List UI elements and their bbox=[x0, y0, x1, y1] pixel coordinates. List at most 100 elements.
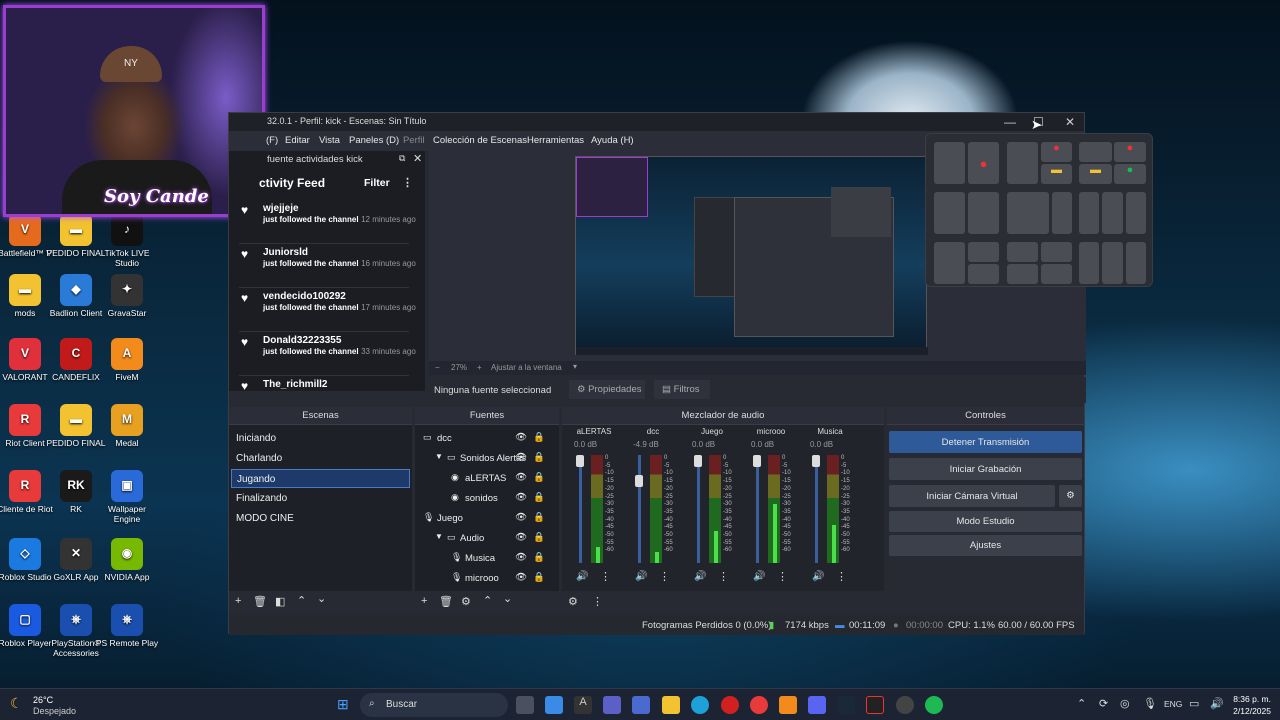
source-item[interactable]: ◉ sonidos 👁 🔒 bbox=[415, 489, 555, 508]
opera-icon[interactable] bbox=[721, 696, 739, 714]
snap-layouts-flyout[interactable]: ● ● ▬ ● ▬ ● bbox=[925, 133, 1153, 287]
preview-canvas[interactable] bbox=[575, 156, 928, 355]
eye-icon[interactable]: 👁 bbox=[515, 432, 527, 443]
chrome-icon[interactable]: ● bbox=[968, 142, 999, 184]
move-down-icon[interactable]: ⌄ bbox=[317, 592, 326, 605]
start-recording-button[interactable]: Iniciar Grabación bbox=[889, 458, 1082, 480]
lock-icon[interactable]: 🔒 bbox=[533, 552, 545, 563]
lock-icon[interactable]: 🔒 bbox=[533, 492, 545, 503]
snap-zone[interactable] bbox=[934, 192, 965, 234]
stop-stream-button[interactable]: Detener Transmisión bbox=[889, 431, 1082, 453]
start-icon[interactable]: ⊞ bbox=[337, 696, 353, 712]
eye-icon[interactable]: 👁 bbox=[515, 552, 527, 563]
source-item[interactable]: ◉ aLERTAS 👁 🔒 bbox=[415, 469, 555, 488]
zoom-out[interactable]: − bbox=[435, 363, 440, 372]
snap-zone[interactable] bbox=[1007, 264, 1038, 284]
volume-slider[interactable] bbox=[756, 455, 759, 563]
explorer-icon[interactable] bbox=[662, 696, 680, 714]
language[interactable]: ENG bbox=[1164, 699, 1182, 709]
snap-zone[interactable] bbox=[968, 242, 999, 262]
menu-edit[interactable]: Editar bbox=[285, 135, 310, 146]
source-item[interactable]: 🎙 Juego 👁 🔒 bbox=[415, 509, 555, 528]
tray-network-icon[interactable]: ◎ bbox=[1120, 697, 1130, 710]
source-up-icon[interactable]: ⌃ bbox=[483, 594, 492, 607]
chrome-taskbar-icon[interactable] bbox=[750, 696, 768, 714]
lock-icon[interactable]: 🔒 bbox=[533, 472, 545, 483]
copilot-icon[interactable] bbox=[545, 696, 563, 714]
snap-zone[interactable] bbox=[1079, 242, 1099, 284]
filters-button[interactable]: ▤ Filtros bbox=[654, 380, 710, 399]
weather-temp[interactable]: 26°C bbox=[33, 695, 53, 705]
app-icon[interactable]: A bbox=[574, 696, 592, 714]
desktop-icon[interactable]: ◉ NVIDIA App bbox=[95, 538, 159, 583]
add-source-icon[interactable]: + bbox=[421, 595, 427, 607]
folder-icon[interactable]: ▬ bbox=[1079, 164, 1112, 184]
snap-zone[interactable] bbox=[934, 142, 965, 184]
eye-icon[interactable]: 👁 bbox=[515, 452, 527, 463]
expand-icon[interactable]: ▼ bbox=[435, 452, 443, 461]
slider-handle[interactable] bbox=[635, 475, 643, 487]
more-icon[interactable]: ⋮ bbox=[402, 176, 413, 189]
snap-zone[interactable] bbox=[1126, 192, 1146, 234]
title-bar[interactable]: 32.0.1 - Perfil: kick - Escenas: Sin Tít… bbox=[229, 113, 1084, 131]
menu-help[interactable]: Ayuda (H) bbox=[591, 135, 634, 146]
move-up-icon[interactable]: ⌃ bbox=[297, 594, 306, 607]
folder-icon[interactable]: ▬ bbox=[1041, 164, 1072, 184]
mute-icon[interactable]: 🔊 bbox=[635, 571, 647, 582]
close-button[interactable]: ✕ bbox=[1065, 115, 1075, 129]
source-item[interactable]: ▼ ▭ Sonidos Alertas 👁 🔒 bbox=[415, 449, 555, 468]
store-icon[interactable] bbox=[632, 696, 650, 714]
eye-icon[interactable]: 👁 bbox=[515, 572, 527, 583]
menu-docks[interactable]: Paneles (D) bbox=[349, 135, 399, 146]
menu-scene-collection[interactable]: Colección de Escenas bbox=[433, 135, 527, 146]
scene-item[interactable]: Jugando bbox=[231, 469, 410, 488]
source-item[interactable]: 🎙 microoo 👁 🔒 bbox=[415, 569, 555, 588]
snap-zone[interactable] bbox=[1041, 242, 1072, 262]
discord-icon[interactable] bbox=[808, 696, 826, 714]
fit-window[interactable]: Ajustar a la ventana bbox=[491, 363, 562, 372]
studio-mode-button[interactable]: Modo Estudio bbox=[889, 511, 1082, 532]
snap-zone[interactable] bbox=[1007, 242, 1038, 262]
desktop-icon[interactable]: ▣ Wallpaper Engine bbox=[95, 470, 159, 525]
snap-zone[interactable] bbox=[1007, 142, 1038, 184]
lock-icon[interactable]: 🔒 bbox=[533, 452, 545, 463]
menu-tools[interactable]: Herramientas bbox=[527, 135, 584, 146]
mixer-more-icon[interactable]: ⋮ bbox=[592, 595, 603, 608]
spotify-icon[interactable]: ● bbox=[1114, 164, 1146, 184]
mute-icon[interactable]: 🔊 bbox=[694, 571, 706, 582]
desktop-icon[interactable]: M Medal bbox=[95, 404, 159, 449]
volume-slider[interactable] bbox=[697, 455, 700, 563]
eye-icon[interactable]: 👁 bbox=[515, 492, 527, 503]
channel-more-icon[interactable]: ⋮ bbox=[600, 570, 611, 583]
snap-zone[interactable] bbox=[968, 192, 999, 234]
remove-scene-icon[interactable]: 🗑 bbox=[253, 595, 267, 608]
weather-desc[interactable]: Despejado bbox=[33, 706, 76, 716]
slider-handle[interactable] bbox=[812, 455, 820, 467]
lock-icon[interactable]: 🔒 bbox=[533, 432, 545, 443]
tray-sync-icon[interactable]: ⟳ bbox=[1099, 697, 1108, 710]
undock-icon[interactable]: ⧉ bbox=[399, 153, 405, 164]
snap-zone[interactable] bbox=[1079, 142, 1112, 162]
source-item[interactable]: ▭ dcc 👁 🔒 bbox=[415, 429, 555, 448]
tray-mic-icon[interactable]: 🎙 bbox=[1143, 697, 1157, 710]
menu-profile[interactable]: Perfil bbox=[403, 135, 425, 146]
scene-item[interactable]: Finalizando bbox=[231, 489, 410, 508]
snap-zone[interactable] bbox=[1007, 192, 1049, 234]
volume-slider[interactable] bbox=[579, 455, 582, 563]
mute-icon[interactable]: 🔊 bbox=[753, 571, 765, 582]
channel-more-icon[interactable]: ⋮ bbox=[718, 570, 729, 583]
tray-display-icon[interactable]: ▭ bbox=[1189, 697, 1199, 710]
eye-icon[interactable]: 👁 bbox=[515, 532, 527, 543]
dock-close-icon[interactable]: ✕ bbox=[413, 152, 422, 165]
slider-handle[interactable] bbox=[576, 455, 584, 467]
fivem-icon[interactable] bbox=[779, 696, 797, 714]
steam-icon[interactable] bbox=[837, 696, 855, 714]
desktop-icon[interactable]: A FiveM bbox=[95, 338, 159, 383]
task-view-icon[interactable] bbox=[516, 696, 534, 714]
mute-icon[interactable]: 🔊 bbox=[812, 571, 824, 582]
chrome-icon[interactable]: ● bbox=[1114, 142, 1146, 162]
clock-time[interactable]: 8:36 p. m. bbox=[1227, 694, 1271, 704]
source-item[interactable]: ▼ ▭ Audio 👁 🔒 bbox=[415, 529, 555, 548]
mute-icon[interactable]: 🔊 bbox=[576, 571, 588, 582]
virtual-camera-settings-icon[interactable]: ⚙ bbox=[1059, 485, 1082, 507]
